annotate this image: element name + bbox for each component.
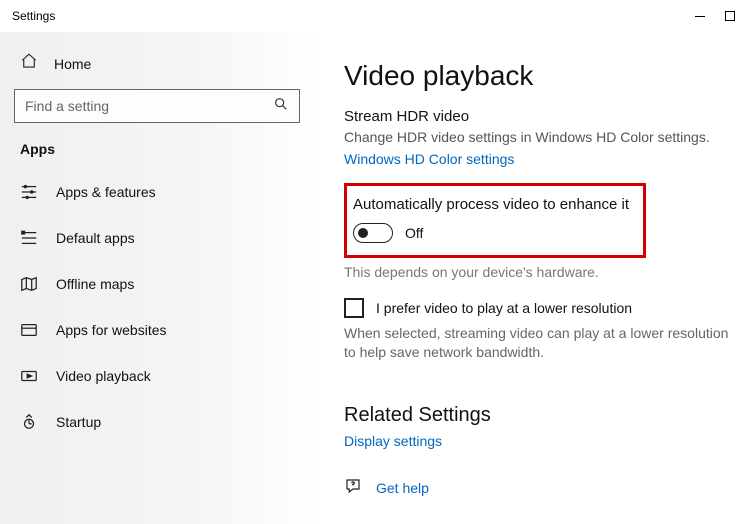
sidebar-nav: Apps & features Default apps Offline map… bbox=[14, 169, 300, 445]
apps-websites-icon bbox=[20, 321, 38, 339]
sidebar-item-label: Offline maps bbox=[56, 276, 134, 292]
search-icon bbox=[273, 96, 289, 117]
related-settings-heading: Related Settings bbox=[344, 404, 732, 427]
lower-res-row[interactable]: I prefer video to play at a lower resolu… bbox=[344, 298, 732, 318]
auto-process-note: This depends on your device's hardware. bbox=[344, 264, 732, 280]
auto-process-highlight: Automatically process video to enhance i… bbox=[344, 183, 646, 258]
help-icon bbox=[344, 477, 362, 500]
maximize-button[interactable] bbox=[724, 10, 736, 22]
hdr-desc: Change HDR video settings in Windows HD … bbox=[344, 129, 732, 145]
sidebar-item-label: Video playback bbox=[56, 368, 151, 384]
minimize-button[interactable] bbox=[694, 10, 706, 22]
lower-res-label: I prefer video to play at a lower resolu… bbox=[376, 300, 632, 316]
sidebar-item-label: Startup bbox=[56, 414, 101, 430]
sidebar-item-label: Apps for websites bbox=[56, 322, 167, 338]
sidebar-item-startup[interactable]: Startup bbox=[14, 399, 300, 445]
home-icon bbox=[20, 52, 38, 75]
search-box[interactable] bbox=[14, 89, 300, 123]
auto-process-heading: Automatically process video to enhance i… bbox=[353, 196, 629, 213]
apps-features-icon bbox=[20, 183, 38, 201]
sidebar-item-default-apps[interactable]: Default apps bbox=[14, 215, 300, 261]
lower-res-checkbox[interactable] bbox=[344, 298, 364, 318]
hdr-section: Stream HDR video Change HDR video settin… bbox=[344, 108, 732, 169]
get-help-link[interactable]: Get help bbox=[376, 480, 429, 496]
video-playback-icon bbox=[20, 367, 38, 385]
offline-maps-icon bbox=[20, 275, 38, 293]
get-help-row[interactable]: Get help bbox=[344, 477, 732, 500]
window-title: Settings bbox=[12, 9, 55, 23]
hdr-heading: Stream HDR video bbox=[344, 108, 732, 125]
toggle-knob bbox=[358, 228, 368, 238]
search-input[interactable] bbox=[25, 98, 273, 114]
startup-icon bbox=[20, 413, 38, 431]
sidebar-item-apps-features[interactable]: Apps & features bbox=[14, 169, 300, 215]
sidebar-item-offline-maps[interactable]: Offline maps bbox=[14, 261, 300, 307]
page-title: Video playback bbox=[344, 60, 732, 92]
titlebar: Settings bbox=[0, 0, 750, 32]
display-settings-link[interactable]: Display settings bbox=[344, 433, 442, 449]
sidebar-item-video-playback[interactable]: Video playback bbox=[14, 353, 300, 399]
sidebar: Home Apps Apps & features bbox=[0, 32, 320, 524]
default-apps-icon bbox=[20, 229, 38, 247]
main-content: Video playback Stream HDR video Change H… bbox=[320, 32, 750, 524]
home-label: Home bbox=[54, 56, 91, 72]
sidebar-item-apps-websites[interactable]: Apps for websites bbox=[14, 307, 300, 353]
hdr-link[interactable]: Windows HD Color settings bbox=[344, 151, 514, 167]
home-nav[interactable]: Home bbox=[14, 46, 300, 89]
sidebar-section-title: Apps bbox=[14, 141, 300, 157]
sidebar-item-label: Default apps bbox=[56, 230, 135, 246]
window-controls bbox=[694, 10, 744, 22]
sidebar-item-label: Apps & features bbox=[56, 184, 156, 200]
toggle-state-label: Off bbox=[405, 225, 423, 241]
auto-process-toggle[interactable] bbox=[353, 223, 393, 243]
lower-res-desc: When selected, streaming video can play … bbox=[344, 324, 732, 362]
